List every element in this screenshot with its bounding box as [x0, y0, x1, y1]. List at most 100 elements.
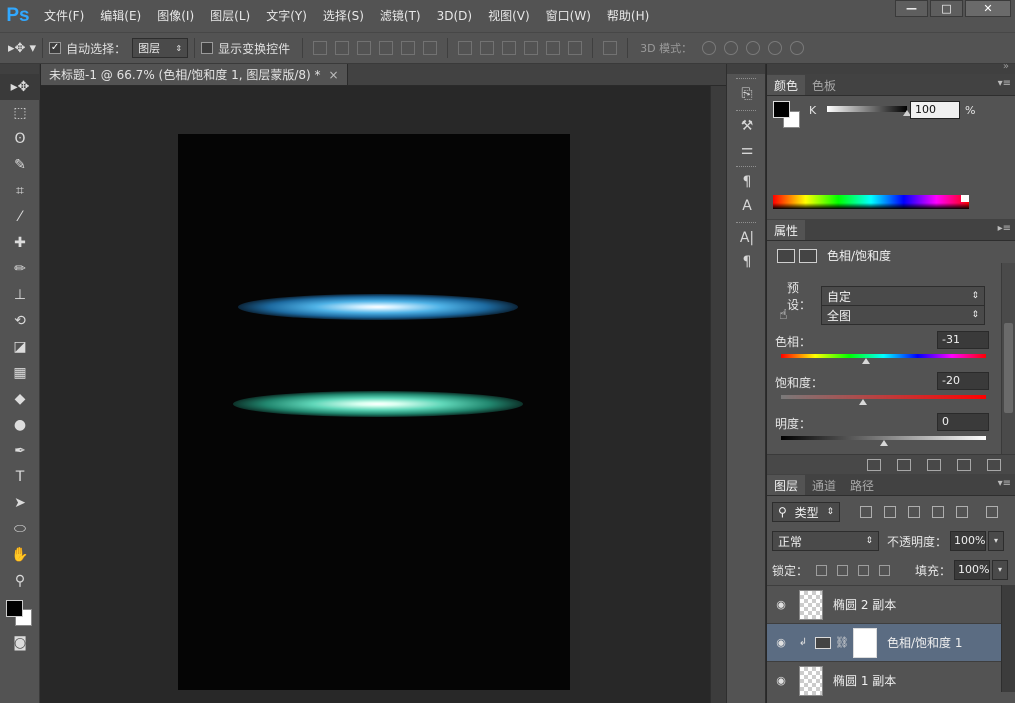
clip-to-layer-icon[interactable] [867, 458, 881, 471]
menu-window[interactable]: 窗口(W) [538, 0, 599, 32]
tab-color[interactable]: 颜色 [767, 75, 806, 95]
tab-properties[interactable]: 属性 [767, 220, 806, 240]
history-panel-icon[interactable]: ⎘ [727, 82, 767, 106]
history-brush-tool-icon[interactable]: ⟲ [0, 308, 40, 334]
panel-menu-icon[interactable]: ▾≡ [998, 78, 1011, 89]
brush-presets-icon[interactable]: ⚌ [727, 138, 767, 162]
auto-align-icon[interactable] [603, 41, 618, 55]
view-previous-icon[interactable] [897, 458, 911, 471]
brush-tool-icon[interactable]: ✏ [0, 256, 40, 282]
visibility-eye-icon[interactable] [957, 458, 971, 471]
tab-layers[interactable]: 图层 [767, 475, 806, 495]
menu-layer[interactable]: 图层(L) [202, 0, 258, 32]
color-ramp[interactable] [773, 195, 969, 209]
fill-input[interactable]: 100% [954, 560, 991, 580]
type-tool-icon[interactable]: T [0, 464, 40, 490]
auto-select-checkbox[interactable]: ✓ [49, 42, 62, 54]
clone-stamp-tool-icon[interactable]: ⊥ [0, 282, 40, 308]
adjustment-icon[interactable] [777, 248, 795, 263]
foreground-color-swatch[interactable] [773, 101, 790, 118]
distribute-right-icon[interactable] [568, 41, 583, 55]
menu-filter[interactable]: 滤镜(T) [372, 0, 429, 32]
menu-image[interactable]: 图像(I) [149, 0, 202, 32]
distribute-hcenter-icon[interactable] [546, 41, 561, 55]
show-transform-checkbox[interactable] [201, 42, 214, 54]
eyedropper-tool-icon[interactable]: ⁄ [0, 204, 40, 230]
mask-icon[interactable] [799, 248, 817, 263]
3d-pan-icon[interactable] [746, 41, 761, 55]
lock-position-icon[interactable] [858, 564, 870, 576]
filter-toggle-icon[interactable] [986, 506, 998, 518]
blend-mode-select[interactable]: 正常 ⇕ [772, 531, 879, 551]
trash-icon[interactable] [987, 458, 1001, 471]
tab-paths[interactable]: 路径 [843, 475, 881, 495]
menu-type[interactable]: 文字(Y) [258, 0, 315, 32]
distribute-bottom-icon[interactable] [502, 41, 517, 55]
panel-menu-icon[interactable]: ▾≡ [998, 478, 1011, 489]
properties-scrollbar-thumb[interactable] [1004, 323, 1013, 413]
filter-pixel-icon[interactable] [860, 506, 872, 518]
lock-transparency-icon[interactable] [816, 564, 828, 576]
foreground-color-swatch[interactable] [6, 600, 23, 617]
lock-pixels-icon[interactable] [837, 564, 849, 576]
visibility-eye-icon[interactable]: ◉ [767, 598, 795, 611]
filter-shape-icon[interactable] [932, 506, 944, 518]
dock-grip[interactable] [727, 64, 765, 74]
3d-slide-icon[interactable] [768, 41, 783, 55]
character-styles-icon[interactable]: A [727, 194, 767, 218]
eraser-tool-icon[interactable]: ◪ [0, 334, 40, 360]
healing-brush-tool-icon[interactable]: ✚ [0, 230, 40, 256]
move-tool-icon[interactable]: ▸✥ [0, 74, 40, 100]
hue-input[interactable]: -31 [937, 331, 989, 349]
marquee-tool-icon[interactable]: ⬚ [0, 100, 40, 126]
panels-grip[interactable]: » [767, 61, 1015, 74]
menu-help[interactable]: 帮助(H) [599, 0, 657, 32]
saturation-input[interactable]: -20 [937, 372, 989, 390]
maximize-button[interactable]: □ [930, 0, 963, 17]
document-canvas[interactable] [178, 134, 570, 690]
hue-slider[interactable] [781, 354, 986, 358]
white-swatch[interactable] [961, 195, 969, 202]
quick-mask-icon[interactable]: ◙ [0, 630, 40, 656]
document-vertical-scrollbar[interactable] [710, 86, 726, 703]
layer-row[interactable]: ◉ 椭圆 2 副本 [767, 585, 1001, 623]
filter-smart-object-icon[interactable] [956, 506, 968, 518]
align-hcenter-icon[interactable] [401, 41, 416, 55]
menu-edit[interactable]: 编辑(E) [92, 0, 149, 32]
visibility-eye-icon[interactable]: ◉ [767, 674, 795, 687]
path-select-tool-icon[interactable]: ➤ [0, 490, 40, 516]
move-tool-icon[interactable]: ▸✥ ▾ [8, 41, 36, 56]
opacity-input[interactable]: 100% [950, 531, 987, 551]
minimize-button[interactable]: — [895, 0, 928, 17]
lightness-slider-thumb[interactable] [879, 440, 888, 446]
hand-tool-icon[interactable]: ✋ [0, 542, 40, 568]
filter-type-icon[interactable] [908, 506, 920, 518]
dodge-tool-icon[interactable]: ● [0, 412, 40, 438]
paragraph-panel-icon[interactable]: ¶ [727, 250, 767, 274]
hue-slider-thumb[interactable] [861, 358, 870, 364]
k-channel-slider[interactable] [827, 106, 907, 112]
layer-row-selected[interactable]: ◉ ↲ ⛓ 色相/饱和度 1 [767, 623, 1001, 661]
lock-all-icon[interactable] [879, 564, 891, 576]
distribute-top-icon[interactable] [458, 41, 473, 55]
targeted-adjustment-hand-icon[interactable]: ☝ [775, 307, 821, 323]
align-bottom-icon[interactable] [357, 41, 372, 55]
saturation-slider-thumb[interactable] [859, 399, 867, 405]
distribute-left-icon[interactable] [524, 41, 539, 55]
menu-view[interactable]: 视图(V) [480, 0, 538, 32]
close-button[interactable]: ✕ [965, 0, 1011, 17]
layer-row[interactable]: ◉ 椭圆 1 副本 [767, 661, 1001, 699]
ellipse-tool-icon[interactable]: ⬭ [0, 516, 40, 542]
chain-link-icon[interactable]: ⛓ [835, 636, 849, 649]
tab-channels[interactable]: 通道 [805, 475, 843, 495]
3d-roll-icon[interactable] [724, 41, 739, 55]
range-select[interactable]: 全图 ⇕ [821, 305, 985, 325]
zoom-tool-icon[interactable]: ⚲ [0, 568, 40, 594]
align-vcenter-icon[interactable] [335, 41, 350, 55]
properties-scrollbar[interactable] [1001, 263, 1015, 474]
3d-scale-icon[interactable] [790, 41, 805, 55]
layer-filter-select[interactable]: ⚲ 类型 ⇕ [772, 502, 840, 522]
lightness-input[interactable]: 0 [937, 413, 989, 431]
opacity-dropdown-icon[interactable]: ▾ [988, 531, 1005, 551]
tab-swatches[interactable]: 色板 [805, 75, 843, 95]
